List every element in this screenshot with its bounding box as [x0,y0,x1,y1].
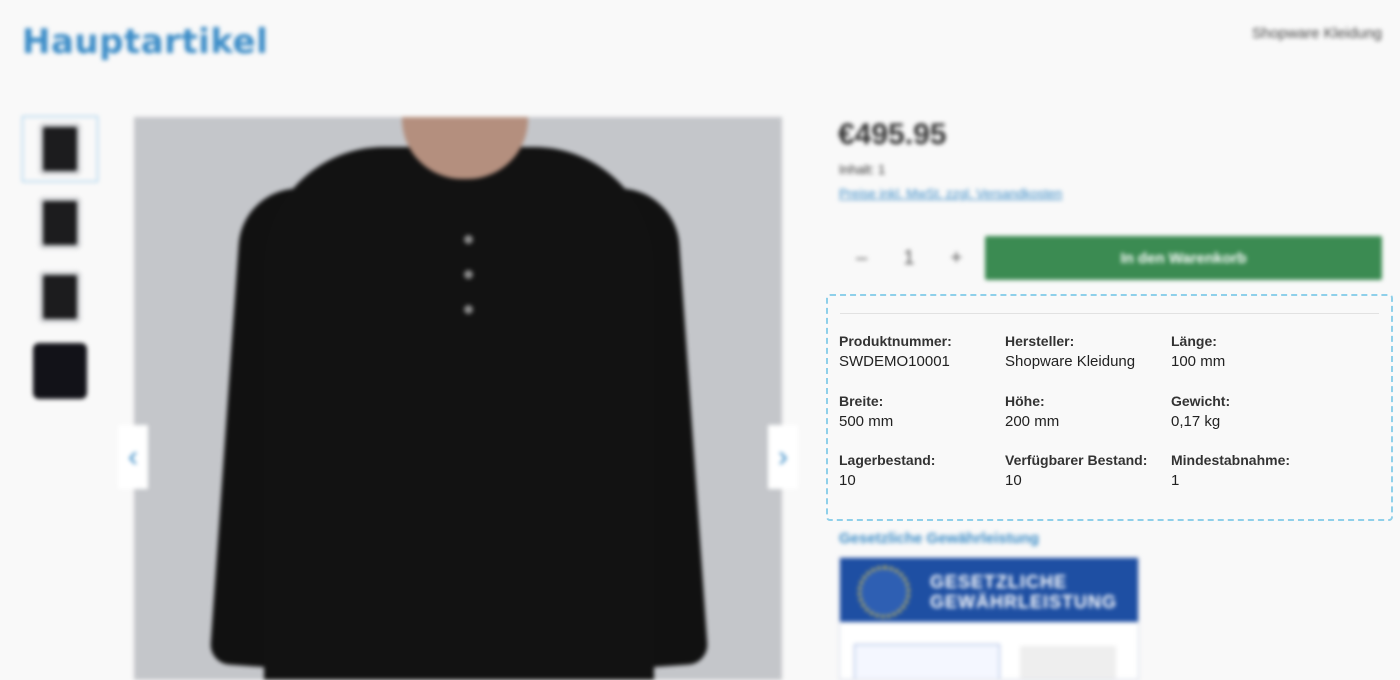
property-label: Hersteller: [1005,333,1075,349]
property-value: 10 [839,472,856,489]
property-label: Produktnummer: [839,333,952,349]
product-content: Inhalt: 1 [839,162,886,177]
manufacturer-link[interactable]: Shopware Kleidung [1252,25,1382,42]
property-height: Höhe: 200 mm [1005,393,1165,430]
property-product-number: Produktnummer: SWDEMO10001 [839,333,999,370]
divider [840,313,1379,314]
badge-text: GESETZLICHE GEWÄHRLEISTUNG [930,572,1117,612]
eu-stars-icon [858,566,910,618]
property-label: Länge: [1171,333,1217,349]
quantity-stepper: – 1 + [838,236,980,280]
property-length: Länge: 100 mm [1171,333,1331,370]
gallery-prev-button[interactable]: ‹ [118,425,148,489]
product-properties: Produktnummer: SWDEMO10001 Hersteller: S… [826,294,1393,521]
property-value: Shopware Kleidung [1005,353,1136,370]
property-value: 100 mm [1171,353,1226,370]
property-label: Verfügbarer Bestand: [1005,452,1148,468]
property-label: Gewicht: [1171,393,1231,409]
property-width: Breite: 500 mm [839,393,999,430]
property-value: 10 [1005,472,1022,489]
chevron-left-icon: ‹ [128,440,138,473]
property-available-stock: Verfügbarer Bestand: 10 [1005,452,1165,489]
thumbnail-list [22,116,100,412]
warranty-badge: GESETZLICHE GEWÄHRLEISTUNG [839,557,1139,680]
property-weight: Gewicht: 0,17 kg [1171,393,1331,430]
page-title: Hauptartikel [22,22,269,62]
quantity-decrease-button[interactable]: – [838,236,885,280]
quantity-increase-button[interactable]: + [933,236,980,280]
quantity-input[interactable]: 1 [885,236,932,280]
gallery-next-button[interactable]: › [768,425,798,489]
property-min-purchase: Mindestabnahme: 1 [1171,452,1331,489]
property-label: Lagerbestand: [839,452,936,468]
property-value: 500 mm [839,413,894,430]
chevron-right-icon: › [778,440,788,473]
property-stock: Lagerbestand: 10 [839,452,999,489]
product-price: €495.95 [838,118,947,151]
property-label: Höhe: [1005,393,1045,409]
property-label: Breite: [839,393,884,409]
warranty-title: Gesetzliche Gewährleistung [839,530,1040,547]
property-value: 0,17 kg [1171,413,1221,430]
property-value: SWDEMO10001 [839,353,950,370]
product-thumb-3[interactable] [22,264,98,330]
product-thumb-4[interactable] [22,338,98,404]
product-thumb-2[interactable] [22,190,98,256]
tax-info-link[interactable]: Preise inkl. MwSt. zzgl. Versandkosten [839,186,1062,201]
product-thumb-1[interactable] [22,116,98,182]
property-value: 200 mm [1005,413,1060,430]
property-value: 1 [1171,472,1180,489]
property-label: Mindestabnahme: [1171,452,1291,468]
add-to-cart-button[interactable]: In den Warenkorb [985,236,1382,280]
property-manufacturer: Hersteller: Shopware Kleidung [1005,333,1165,370]
product-image[interactable] [134,117,782,680]
